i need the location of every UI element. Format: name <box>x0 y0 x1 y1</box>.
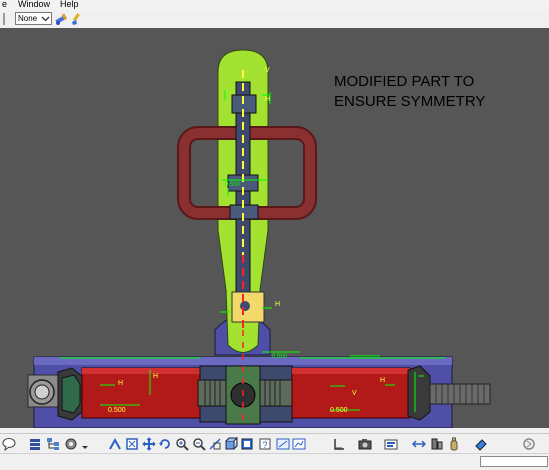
zoom-in-icon[interactable] <box>175 437 189 451</box>
command-input[interactable] <box>480 456 548 467</box>
svg-text:H: H <box>265 96 270 103</box>
eraser-icon[interactable] <box>474 437 488 451</box>
pan-icon[interactable] <box>142 437 156 451</box>
normal-view-icon[interactable] <box>208 437 222 451</box>
refresh-icon[interactable] <box>522 437 536 451</box>
cube-view-icon[interactable] <box>224 437 238 451</box>
chart-icon[interactable] <box>292 437 306 451</box>
status-bar <box>0 453 549 470</box>
camera-icon[interactable] <box>358 437 372 451</box>
menu-item-window[interactable]: Window <box>18 0 50 9</box>
svg-text:H: H <box>153 373 158 380</box>
line-style-dropdown[interactable]: None <box>15 12 52 25</box>
gear-icon[interactable] <box>64 437 78 451</box>
menu-item-edit[interactable]: e <box>2 0 7 9</box>
chevron-down-icon[interactable] <box>41 13 50 24</box>
svg-text:H: H <box>118 380 123 387</box>
zoom-out-icon[interactable] <box>192 437 206 451</box>
cad-viewport[interactable]: V H H V H H H 0.500 0.500 0.500 0.500 MODIFIED … <box>0 28 549 428</box>
rotate-icon[interactable] <box>158 437 172 451</box>
paint-brush-icon[interactable] <box>70 12 84 26</box>
dropdown-value: None <box>18 14 38 23</box>
top-toolbar: None <box>0 10 549 29</box>
svg-text:V: V <box>265 67 270 74</box>
svg-text:H: H <box>380 377 385 384</box>
plane-icon[interactable] <box>430 437 444 451</box>
hide-show-icon[interactable]: ? <box>258 437 272 451</box>
svg-text:0.500: 0.500 <box>108 407 126 414</box>
menu-bar: e Window Help <box>0 0 549 10</box>
bottle-icon[interactable] <box>447 437 461 451</box>
svg-text:0.500: 0.500 <box>330 407 348 414</box>
svg-text:H: H <box>275 301 280 308</box>
menu-item-help[interactable]: Help <box>60 0 79 9</box>
dropdown-arrow-icon[interactable] <box>80 437 90 451</box>
layers-icon[interactable] <box>28 437 42 451</box>
toolbar-grip-icon <box>3 13 5 25</box>
speech-bubble-icon[interactable] <box>2 437 16 451</box>
move-icon[interactable] <box>108 437 122 451</box>
svg-text:0.500: 0.500 <box>225 182 241 188</box>
svg-text:?: ? <box>263 440 268 450</box>
annotation-text: MODIFIED PART TO ENSURE SYMMETRY <box>334 73 486 110</box>
ruler-icon[interactable] <box>332 437 346 451</box>
format-painter-icon[interactable] <box>55 12 69 26</box>
fit-all-icon[interactable] <box>125 437 139 451</box>
tree-icon[interactable] <box>46 437 60 451</box>
swap-icon[interactable] <box>276 437 290 451</box>
catalog-icon[interactable] <box>384 437 398 451</box>
view-mode-icon[interactable] <box>240 437 254 451</box>
svg-text:V: V <box>352 390 357 397</box>
sheet-icon[interactable] <box>412 437 426 451</box>
bottom-toolbar: ? <box>0 433 549 454</box>
svg-text:0.500: 0.500 <box>272 354 288 360</box>
